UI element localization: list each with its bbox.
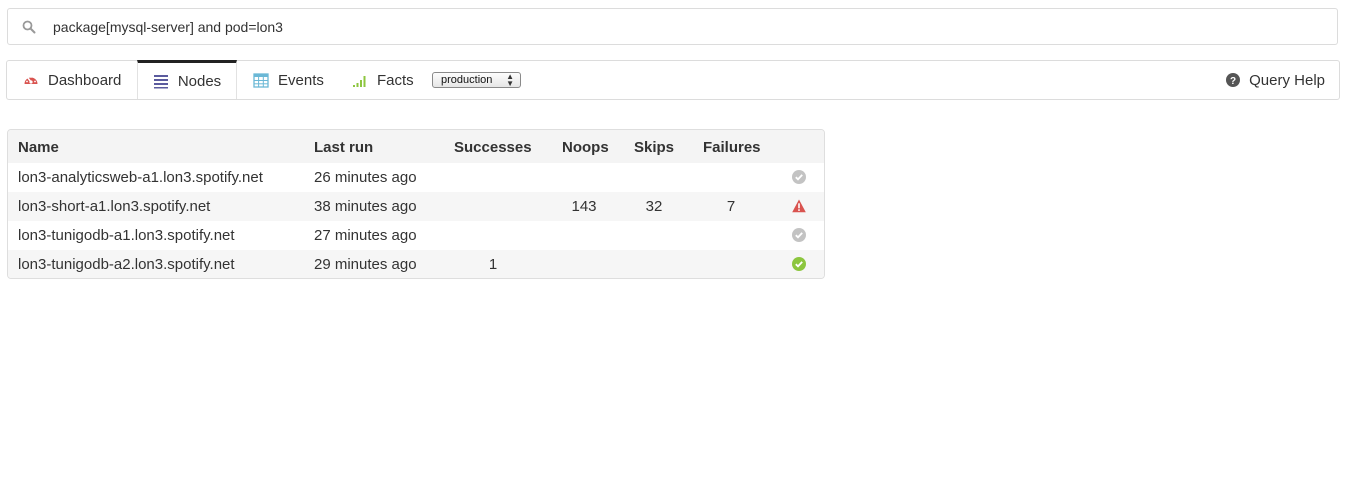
tab-events-label: Events	[278, 71, 324, 89]
query-help-label: Query Help	[1249, 71, 1325, 89]
last-run: 27 minutes ago	[314, 227, 417, 244]
column-header-noops[interactable]: Noops	[562, 139, 609, 156]
column-header-skips[interactable]: Skips	[634, 139, 674, 156]
node-name[interactable]: lon3-tunigodb-a1.lon3.spotify.net	[18, 227, 235, 244]
node-name[interactable]: lon3-tunigodb-a2.lon3.spotify.net	[18, 256, 235, 273]
svg-text:?: ?	[1230, 76, 1236, 87]
column-header-successes[interactable]: Successes	[454, 139, 532, 156]
table-header: Name Last run Successes Noops Skips Fail…	[8, 130, 824, 163]
question-circle-icon: ?	[1226, 73, 1241, 87]
check-circle-icon	[792, 257, 806, 271]
noops-count: 143	[571, 198, 597, 215]
tab-dashboard-label: Dashboard	[48, 71, 122, 89]
calendar-icon	[253, 73, 269, 88]
node-name[interactable]: lon3-short-a1.lon3.spotify.net	[18, 198, 210, 215]
query-search-bar[interactable]: package[mysql-server] and pod=lon3	[7, 8, 1338, 45]
query-help-link[interactable]: ? Query Help	[1226, 61, 1325, 99]
bar-chart-icon	[353, 76, 366, 87]
environment-select[interactable]: production ▲ ▼	[432, 72, 521, 88]
warning-icon	[792, 199, 806, 213]
last-run: 26 minutes ago	[314, 169, 417, 186]
tab-nodes-label: Nodes	[177, 72, 222, 90]
nodes-table: Name Last run Successes Noops Skips Fail…	[7, 129, 825, 279]
last-run: 38 minutes ago	[314, 198, 417, 215]
check-circle-icon	[792, 170, 806, 184]
table-row[interactable]: lon3-tunigodb-a2.lon3.spotify.net 29 min…	[8, 250, 824, 278]
table-row[interactable]: lon3-analyticsweb-a1.lon3.spotify.net 26…	[8, 163, 824, 192]
column-header-name[interactable]: Name	[18, 139, 59, 156]
table-row[interactable]: lon3-short-a1.lon3.spotify.net 38 minute…	[8, 192, 824, 221]
last-run: 29 minutes ago	[314, 256, 417, 273]
tab-facts[interactable]: Facts	[352, 61, 414, 99]
column-header-failures[interactable]: Failures	[703, 139, 761, 156]
check-circle-icon	[792, 228, 806, 242]
search-input[interactable]: package[mysql-server] and pod=lon3	[53, 19, 283, 35]
tab-facts-label: Facts	[377, 71, 414, 89]
column-header-last-run[interactable]: Last run	[314, 139, 373, 156]
dashboard-icon	[24, 76, 38, 84]
select-arrows-icon: ▲ ▼	[506, 72, 514, 88]
search-icon	[22, 20, 36, 34]
node-name[interactable]: lon3-analyticsweb-a1.lon3.spotify.net	[18, 169, 263, 186]
skips-count: 32	[645, 198, 663, 215]
table-row[interactable]: lon3-tunigodb-a1.lon3.spotify.net 27 min…	[8, 221, 824, 250]
failures-count: 7	[726, 198, 736, 215]
main-navbar: Dashboard Nodes Events Facts production …	[6, 60, 1340, 100]
tab-nodes[interactable]: Nodes	[137, 60, 237, 99]
successes-count: 1	[488, 256, 498, 273]
list-icon	[153, 75, 168, 89]
tab-dashboard[interactable]: Dashboard	[23, 61, 121, 99]
environment-select-value: production	[441, 74, 493, 86]
tab-events[interactable]: Events	[253, 61, 324, 99]
